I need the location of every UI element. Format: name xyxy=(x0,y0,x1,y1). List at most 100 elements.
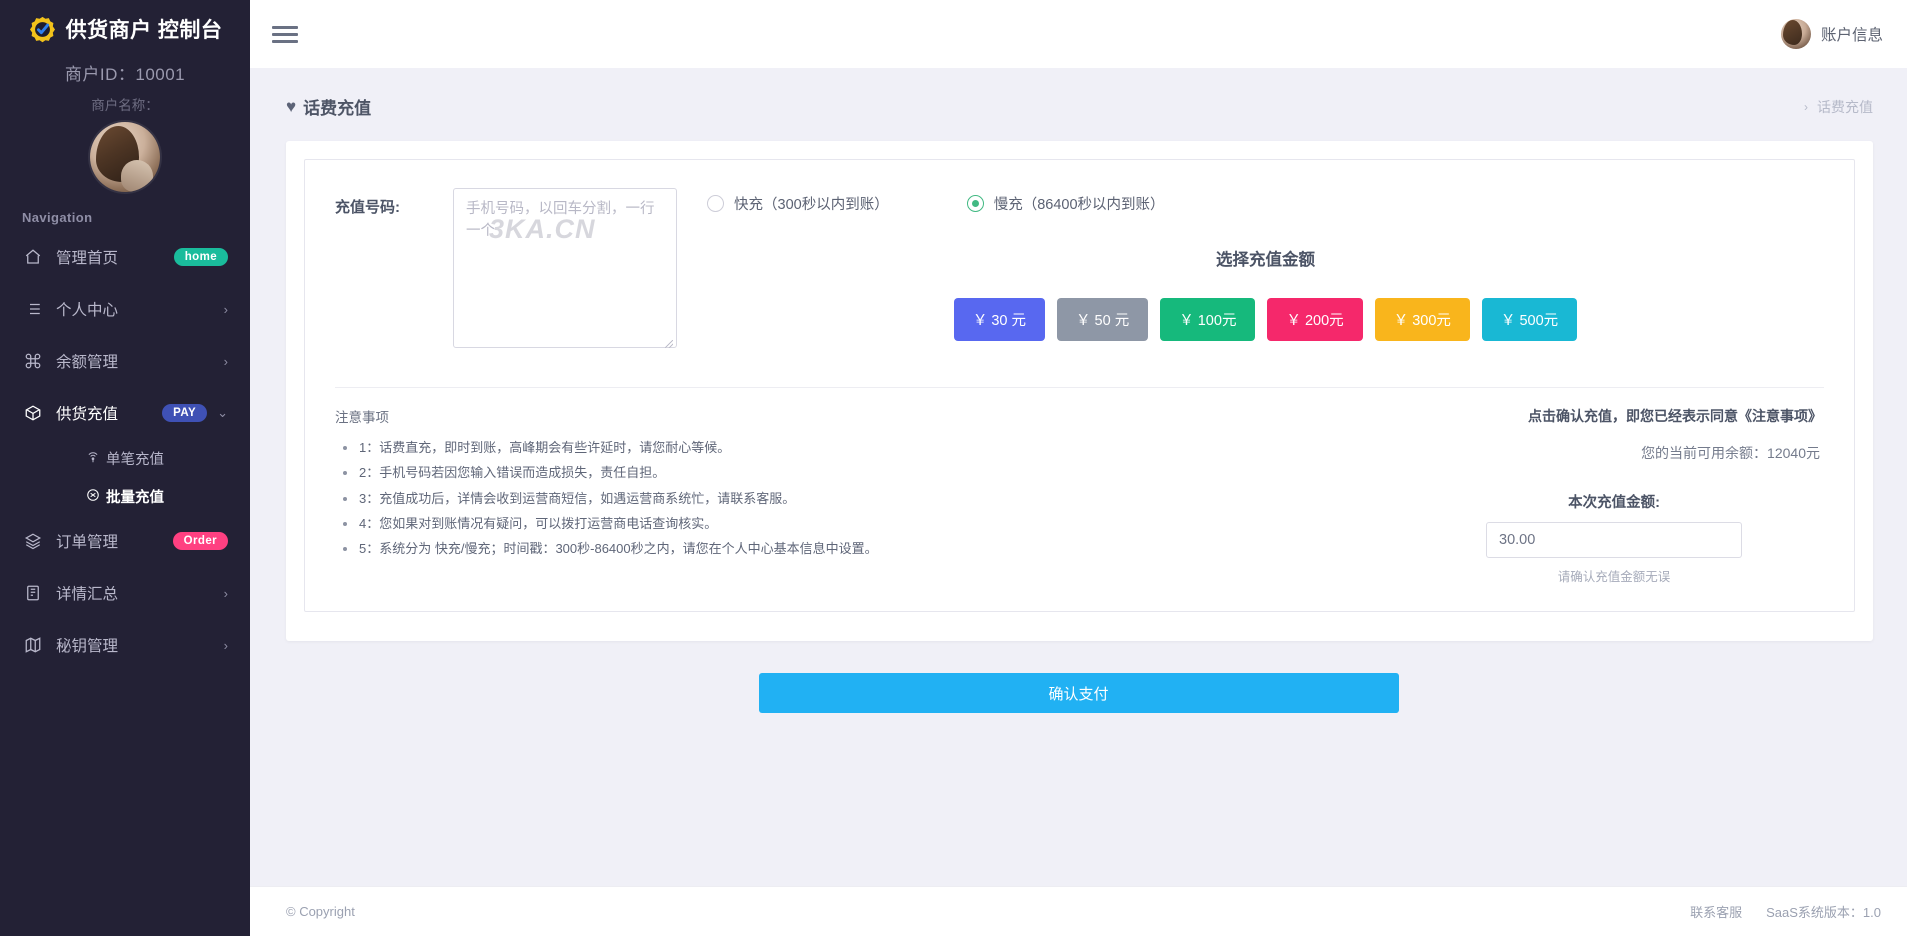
app-root: 供货商户 控制台 商户ID：10001 商户名称： Navigation 管理首… xyxy=(0,0,1907,936)
sidebar-item-profile[interactable]: 个人中心 › xyxy=(0,283,250,335)
sidebar-subitem-label: 单笔充值 xyxy=(106,448,164,469)
summary-section: 点击确认充值，即您已经表示同意《注意事项》 您的当前可用余额：12040元 本次… xyxy=(1404,406,1824,585)
content-area: ♥ 话费充值 › 话费充值 充值号码: 3KA.CN xyxy=(250,68,1907,886)
radio-option-fast[interactable]: 快充（300秒以内到账） xyxy=(707,193,889,214)
phone-field-label: 充值号码: xyxy=(335,188,453,217)
speed-radio-group: 快充（300秒以内到账） 慢充（86400秒以内到账） xyxy=(707,188,1824,214)
footer-right: 联系客服 SaaS系统版本：1.0 xyxy=(1690,902,1881,921)
box-icon xyxy=(22,402,44,424)
merchant-id: 商户ID：10001 xyxy=(0,60,250,85)
pay-button-wrap: 确认支付 xyxy=(250,673,1907,713)
chevron-right-icon: › xyxy=(224,354,228,369)
account-label: 账户信息 xyxy=(1821,23,1883,45)
layers-icon xyxy=(22,530,44,552)
chevron-down-icon: ⌄ xyxy=(217,405,228,421)
book-icon xyxy=(22,582,44,604)
circle-arrows-icon xyxy=(86,488,100,505)
hamburger-bar xyxy=(272,40,298,43)
sidebar-item-label: 秘钥管理 xyxy=(56,634,224,656)
amount-button-200[interactable]: ￥ 200元 xyxy=(1267,298,1362,341)
chevron-right-icon: › xyxy=(224,302,228,317)
footer: © Copyright 联系客服 SaaS系统版本：1.0 xyxy=(250,886,1907,936)
sidebar-item-recharge[interactable]: 供货充值 PAY ⌄ xyxy=(0,387,250,439)
sidebar-item-label: 详情汇总 xyxy=(56,582,224,604)
recharge-form-bottom: 注意事项 1：话费直充，即时到账，高峰期会有些许延时，请您耐心等候。 2：手机号… xyxy=(335,388,1824,585)
footer-support-link[interactable]: 联系客服 xyxy=(1690,902,1742,921)
recharge-amount-input[interactable] xyxy=(1486,522,1742,558)
radio-circle-icon xyxy=(707,195,724,212)
radio-label: 快充（300秒以内到账） xyxy=(734,193,889,214)
command-icon xyxy=(22,350,44,372)
chevron-right-icon: › xyxy=(224,638,228,653)
footer-copyright: © Copyright xyxy=(286,904,355,919)
brand[interactable]: 供货商户 控制台 xyxy=(0,0,250,50)
recharge-panel: 充值号码: 3KA.CN 快充（300秒以内到账） xyxy=(304,159,1855,612)
amount-button-100[interactable]: ￥ 100元 xyxy=(1160,298,1255,341)
radio-circle-checked-icon xyxy=(967,195,984,212)
gear-check-icon xyxy=(28,15,57,44)
notice-item: 2：手机号码若因您输入错误而造成损失，责任自担。 xyxy=(335,460,1380,485)
confirm-payment-button[interactable]: 确认支付 xyxy=(759,673,1399,713)
sidebar-item-label: 管理首页 xyxy=(56,246,174,268)
antenna-icon xyxy=(86,450,100,467)
footer-version: SaaS系统版本：1.0 xyxy=(1766,902,1881,921)
amount-button-300[interactable]: ￥ 300元 xyxy=(1375,298,1470,341)
sidebar-subitem-single-recharge[interactable]: 单笔充值 xyxy=(0,439,250,477)
brand-text: 供货商户 控制台 xyxy=(66,14,223,44)
map-icon xyxy=(22,634,44,656)
breadcrumb: › 话费充值 xyxy=(1804,97,1873,117)
recharge-card: 充值号码: 3KA.CN 快充（300秒以内到账） xyxy=(286,141,1873,641)
amount-button-500[interactable]: ￥ 500元 xyxy=(1482,298,1577,341)
sidebar-item-home[interactable]: 管理首页 home xyxy=(0,231,250,283)
hamburger-bar xyxy=(272,26,298,29)
account-menu[interactable]: 账户信息 xyxy=(1781,19,1883,49)
avatar-wrap xyxy=(0,122,250,192)
page-title-text: 话费充值 xyxy=(303,94,371,119)
hamburger-bar xyxy=(272,33,298,36)
sidebar: 供货商户 控制台 商户ID：10001 商户名称： Navigation 管理首… xyxy=(0,0,250,936)
amount-buttons-row: ￥ 30 元 ￥ 50 元 ￥ 100元 ￥ 200元 ￥ 300元 ￥ 500… xyxy=(707,298,1824,341)
notice-item: 3：充值成功后，详情会收到运营商短信，如遇运营商系统忙，请联系客服。 xyxy=(335,486,1380,511)
phone-numbers-input[interactable] xyxy=(453,188,677,348)
sidebar-item-keys[interactable]: 秘钥管理 › xyxy=(0,619,250,671)
current-amount-label: 本次充值金额: xyxy=(1404,491,1824,512)
main-area: 账户信息 ♥ 话费充值 › 话费充值 充值号码: xyxy=(250,0,1907,936)
merchant-name: 商户名称： xyxy=(0,94,250,114)
sidebar-item-balance[interactable]: 余额管理 › xyxy=(0,335,250,387)
balance-text: 您的当前可用余额：12040元 xyxy=(1404,443,1824,463)
amount-button-50[interactable]: ￥ 50 元 xyxy=(1057,298,1148,341)
notice-title: 注意事项 xyxy=(335,406,1380,426)
chevron-right-icon: › xyxy=(224,586,228,601)
recharge-options: 快充（300秒以内到账） 慢充（86400秒以内到账） 选择充值金额 ￥ 30 … xyxy=(677,188,1824,341)
phone-input-wrap: 3KA.CN xyxy=(453,188,677,353)
notice-item: 4：您如果对到账情况有疑问，可以拨打运营商电话查询核实。 xyxy=(335,511,1380,536)
avatar[interactable] xyxy=(90,122,160,192)
badge-pay: PAY xyxy=(162,404,207,422)
amount-hint: 请确认充值金额无误 xyxy=(1404,566,1824,585)
notice-section: 注意事项 1：话费直充，即时到账，高峰期会有些许延时，请您耐心等候。 2：手机号… xyxy=(335,406,1404,585)
breadcrumb-current[interactable]: 话费充值 xyxy=(1817,97,1873,117)
sidebar-item-summary[interactable]: 详情汇总 › xyxy=(0,567,250,619)
hamburger-icon[interactable] xyxy=(272,18,298,51)
notice-item: 5：系统分为 快充/慢充；时间戳：300秒-86400秒之内，请您在个人中心基本… xyxy=(335,536,1380,561)
sidebar-item-label: 个人中心 xyxy=(56,298,224,320)
radio-label: 慢充（86400秒以内到账） xyxy=(994,193,1165,214)
chevron-right-icon: › xyxy=(1804,100,1808,114)
sidebar-subitem-label: 批量充值 xyxy=(106,486,164,507)
sidebar-nav: 管理首页 home 个人中心 › 余 xyxy=(0,231,250,671)
home-icon xyxy=(22,246,44,268)
amount-button-30[interactable]: ￥ 30 元 xyxy=(954,298,1045,341)
sidebar-item-orders[interactable]: 订单管理 Order xyxy=(0,515,250,567)
sidebar-item-label: 余额管理 xyxy=(56,350,224,372)
radio-option-slow[interactable]: 慢充（86400秒以内到账） xyxy=(967,193,1165,214)
page-title: ♥ 话费充值 xyxy=(286,94,371,119)
sidebar-item-label: 订单管理 xyxy=(56,530,173,552)
sidebar-subitem-batch-recharge[interactable]: 批量充值 xyxy=(0,477,250,515)
topbar: 账户信息 xyxy=(250,0,1907,68)
user-avatar xyxy=(1781,19,1811,49)
nav-title: Navigation xyxy=(0,192,250,231)
badge-order: Order xyxy=(173,532,228,550)
heart-icon: ♥ xyxy=(286,98,296,115)
sidebar-item-label: 供货充值 xyxy=(56,402,162,424)
page-head: ♥ 话费充值 › 话费充值 xyxy=(250,68,1907,119)
